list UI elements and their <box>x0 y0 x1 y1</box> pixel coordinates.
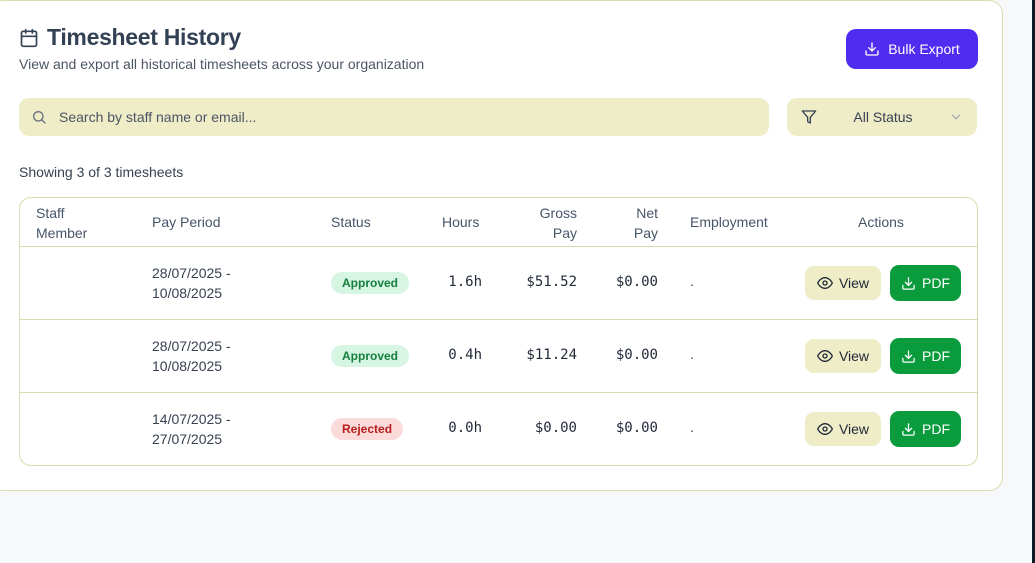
hours-cell: 0.4h <box>448 347 482 363</box>
net-pay-cell: $0.00 <box>615 420 658 436</box>
gross-pay-cell: $11.24 <box>526 347 577 363</box>
table-row: 28/07/2025 - 10/08/2025 Approved 1.6h $5… <box>20 247 977 320</box>
pay-period-cell: 28/07/2025 - 10/08/2025 <box>152 336 231 376</box>
bulk-export-button[interactable]: Bulk Export <box>846 29 978 69</box>
col-net-line2: Pay <box>633 225 658 241</box>
view-button[interactable]: View <box>805 339 881 373</box>
col-staff-member[interactable]: Staff Member <box>36 203 87 243</box>
period-end: 10/08/2025 <box>152 358 223 374</box>
employment-cell: . <box>690 273 694 289</box>
col-net-pay[interactable]: Net Pay <box>610 203 658 243</box>
page-subtitle: View and export all historical timesheet… <box>19 56 425 72</box>
filter-icon <box>801 109 817 125</box>
col-net-line1: Net <box>636 205 658 221</box>
col-pay-period[interactable]: Pay Period <box>152 212 220 232</box>
col-status[interactable]: Status <box>331 212 371 232</box>
eye-icon <box>816 275 833 291</box>
gross-pay-cell: $51.52 <box>526 274 577 290</box>
view-button[interactable]: View <box>805 412 881 446</box>
status-filter-value: All Status <box>853 109 913 125</box>
col-gross-line2: Pay <box>552 225 577 241</box>
period-end: 27/07/2025 <box>152 431 223 447</box>
col-gross-pay[interactable]: Gross Pay <box>520 203 577 243</box>
pdf-button[interactable]: PDF <box>890 338 961 374</box>
col-actions: Actions <box>858 214 904 230</box>
pdf-label: PDF <box>922 275 950 291</box>
view-button[interactable]: View <box>805 266 881 300</box>
period-start: 28/07/2025 - <box>152 338 231 354</box>
col-employment[interactable]: Employment <box>690 212 768 232</box>
pdf-label: PDF <box>922 348 950 364</box>
eye-icon <box>816 421 833 437</box>
download-icon <box>901 349 916 364</box>
bulk-export-label: Bulk Export <box>888 41 960 57</box>
chevron-down-icon <box>949 110 963 124</box>
status-filter-select[interactable]: All Status <box>787 98 977 136</box>
pdf-button[interactable]: PDF <box>890 411 961 447</box>
col-staff-line1: Staff <box>36 205 65 221</box>
search-bar <box>19 98 769 136</box>
employment-cell: . <box>690 346 694 362</box>
status-badge: Rejected <box>331 418 404 440</box>
calendar-icon <box>19 28 39 48</box>
pay-period-cell: 14/07/2025 - 27/07/2025 <box>152 409 231 449</box>
col-hours[interactable]: Hours <box>442 212 479 232</box>
eye-icon <box>816 348 833 364</box>
view-label: View <box>838 275 870 291</box>
table-row: 14/07/2025 - 27/07/2025 Rejected 0.0h $0… <box>20 393 977 465</box>
download-icon <box>901 276 916 291</box>
col-gross-line1: Gross <box>539 205 577 221</box>
view-label: View <box>838 421 870 437</box>
view-label: View <box>838 348 870 364</box>
search-icon <box>31 109 47 125</box>
table-header: Staff Member Pay Period Status Hours Gro… <box>20 198 977 247</box>
timesheets-table: Staff Member Pay Period Status Hours Gro… <box>19 197 978 466</box>
period-end: 10/08/2025 <box>152 285 223 301</box>
net-pay-cell: $0.00 <box>615 347 658 363</box>
hours-cell: 0.0h <box>448 420 482 436</box>
search-input[interactable] <box>59 109 769 125</box>
status-badge: Approved <box>331 272 410 294</box>
table-row: 28/07/2025 - 10/08/2025 Approved 0.4h $1… <box>20 320 977 393</box>
status-badge: Approved <box>331 345 410 367</box>
download-icon <box>901 422 916 437</box>
employment-cell: . <box>690 419 694 435</box>
download-icon <box>864 41 880 57</box>
pay-period-cell: 28/07/2025 - 10/08/2025 <box>152 263 231 303</box>
gross-pay-cell: $0.00 <box>534 420 577 436</box>
pdf-label: PDF <box>922 421 950 437</box>
col-staff-line2: Member <box>36 225 88 241</box>
hours-cell: 1.6h <box>448 274 482 290</box>
period-start: 14/07/2025 - <box>152 411 231 427</box>
pdf-button[interactable]: PDF <box>890 265 961 301</box>
page-title: Timesheet History <box>47 24 241 50</box>
page-header: Timesheet History View and export all hi… <box>19 24 424 72</box>
period-start: 28/07/2025 - <box>152 265 231 281</box>
results-count: Showing 3 of 3 timesheets <box>19 164 184 180</box>
net-pay-cell: $0.00 <box>615 274 658 290</box>
title-row: Timesheet History <box>19 24 424 51</box>
